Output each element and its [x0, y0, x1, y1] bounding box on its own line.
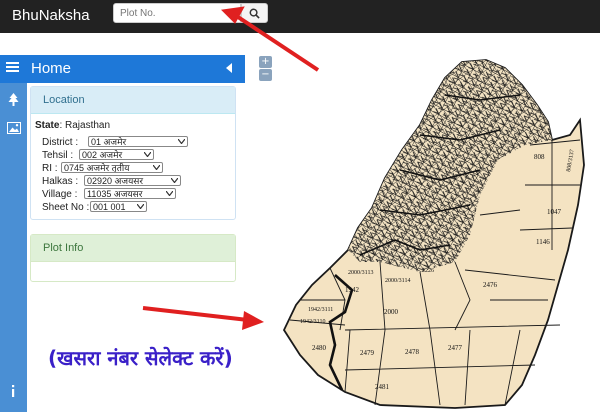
arrow-to-map: [142, 306, 249, 322]
instruction-caption: (खसरा नंबर सेलेक्ट करें): [48, 346, 233, 370]
arrow-to-search: [236, 15, 320, 72]
arrow-head-icon: [242, 311, 264, 330]
